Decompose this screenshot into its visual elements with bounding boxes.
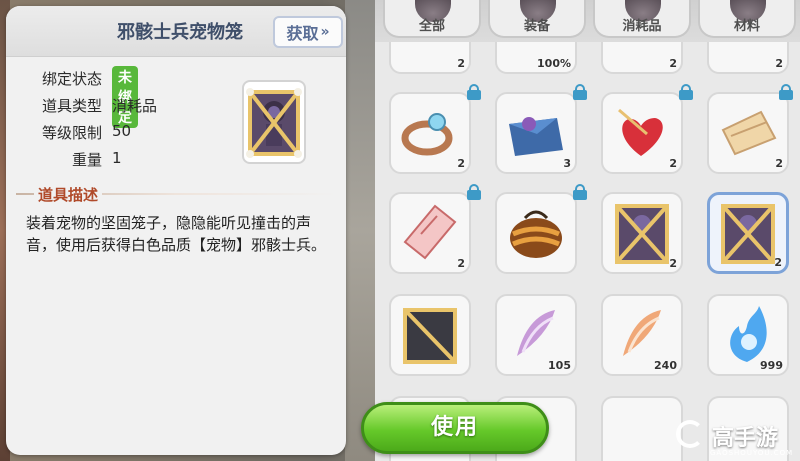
detail-header: 邪骸士兵宠物笼 获取 » <box>6 6 346 57</box>
tab-equipment[interactable]: 装备 <box>488 0 586 38</box>
item-quantity: 2 <box>774 256 782 269</box>
inventory-slot-bone-cage[interactable] <box>389 294 471 376</box>
obtain-button[interactable]: 获取 » <box>273 16 343 48</box>
property-label: 等级限制 <box>41 124 102 142</box>
inventory-slot-scroll[interactable]: 2 <box>707 92 789 174</box>
inventory-slot-orange-scales[interactable]: 240 <box>601 294 683 376</box>
inventory-slot[interactable]: 2 <box>601 42 683 74</box>
description-heading: 道具描述 <box>34 184 103 205</box>
category-tabs: 全部 装备 消耗品 材料 <box>375 0 800 42</box>
lock-icon <box>467 84 481 100</box>
tab-label: 消耗品 <box>622 19 662 34</box>
item-quantity: 2 <box>775 57 783 70</box>
item-quantity: 105 <box>548 359 571 372</box>
tab-materials[interactable]: 材料 <box>698 0 796 38</box>
item-quantity: 240 <box>654 359 677 372</box>
property-label: 绑定状态 <box>41 70 102 88</box>
watermark-domain: GAOSHOUYOU.COM <box>710 449 794 457</box>
item-title: 邪骸士兵宠物笼 <box>117 22 243 43</box>
item-quantity: 2 <box>669 257 677 270</box>
lock-icon <box>573 84 587 100</box>
inventory-slot-blue-flame[interactable]: 999 <box>707 294 789 376</box>
inventory-slot[interactable]: 100% <box>495 42 577 74</box>
inventory-slot-ticket[interactable]: 2 <box>389 192 471 274</box>
item-quantity: 2 <box>457 157 465 170</box>
property-value: 50 <box>112 122 132 140</box>
description-heading-bar: 道具描述 <box>16 184 336 205</box>
item-quantity: 2 <box>669 57 677 70</box>
item-quantity: 2 <box>457 257 465 270</box>
inventory-slot-purple-scales[interactable]: 105 <box>495 294 577 376</box>
bone-cage-icon <box>403 308 457 364</box>
inventory-slot-pet-cage-selected[interactable]: 2 <box>707 192 789 274</box>
lock-icon <box>467 184 481 200</box>
tab-label: 全部 <box>418 19 445 34</box>
inventory-slot-ring[interactable]: 2 <box>389 92 471 174</box>
use-button[interactable]: 使用 <box>361 402 549 454</box>
inventory-slot-bag[interactable] <box>495 192 577 274</box>
tab-label: 材料 <box>733 19 760 34</box>
item-preview <box>242 80 306 164</box>
watermark-logo-icon <box>676 420 704 448</box>
striped-bag-icon <box>510 210 562 258</box>
tab-all[interactable]: 全部 <box>383 0 481 38</box>
lock-icon <box>573 184 587 200</box>
lock-icon <box>679 84 693 100</box>
item-quantity: 3 <box>563 157 571 170</box>
inventory-panel: 全部 装备 消耗品 材料 2 100% 2 2 2 3 2 2 2 2 2 10… <box>375 0 800 461</box>
inventory-slot-satchel[interactable]: 3 <box>495 92 577 174</box>
watermark: 高手游 GAOSHOUYOU.COM <box>672 418 800 461</box>
property-value: 消耗品 <box>112 97 158 115</box>
watermark-name: 高手游 <box>712 426 779 451</box>
inventory-slot-pet-cage[interactable]: 2 <box>601 192 683 274</box>
background-middle <box>345 0 375 461</box>
tab-label: 装备 <box>523 19 550 34</box>
obtain-label: 获取 <box>286 24 319 43</box>
inventory-slot-heart[interactable]: 2 <box>601 92 683 174</box>
property-value: 1 <box>112 149 122 167</box>
item-quantity: 2 <box>775 157 783 170</box>
item-detail-panel: 邪骸士兵宠物笼 获取 » 绑定状态 未绑定 道具类型 消耗品 等级限制 50 重… <box>6 6 346 455</box>
double-chevron-right-icon: » <box>320 24 330 40</box>
item-description: 装着宠物的坚固笼子，隐隐能听见撞击的声音，使用后获得白色品质【宠物】邪骸士兵。 <box>26 214 327 254</box>
item-quantity: 2 <box>669 157 677 170</box>
property-label: 重量 <box>71 151 102 169</box>
pet-cage-icon <box>246 88 302 158</box>
item-quantity: 999 <box>760 359 783 372</box>
tab-consumables[interactable]: 消耗品 <box>593 0 691 38</box>
inventory-slot[interactable]: 2 <box>389 42 471 74</box>
item-quantity: 100% <box>537 57 571 70</box>
inventory-slot[interactable]: 2 <box>707 42 789 74</box>
inventory-slot[interactable] <box>601 396 683 461</box>
lock-icon <box>779 84 793 100</box>
item-quantity: 2 <box>457 57 465 70</box>
property-label: 道具类型 <box>41 97 102 115</box>
